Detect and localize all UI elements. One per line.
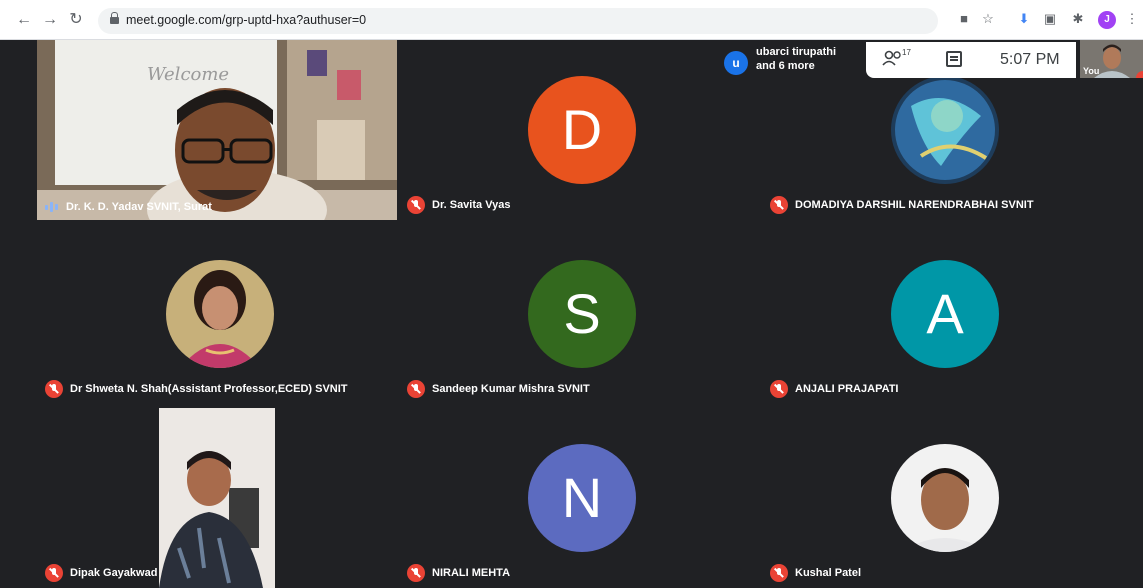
participant-avatar-photo [166, 260, 274, 368]
mic-off-icon [407, 564, 425, 582]
download-icon[interactable]: ⬇ [1016, 11, 1032, 27]
participant-name-label: ANJALI PRAJAPATI [770, 380, 899, 398]
participant-name-label: Dipak Gayakwad [45, 564, 157, 582]
participant-avatar-photo [891, 444, 999, 552]
url-text: meet.google.com/grp-uptd-hxa?authuser=0 [126, 13, 367, 27]
meet-topbar: 17 5:07 PM [866, 42, 1076, 78]
mic-off-icon [45, 380, 63, 398]
participant-tile[interactable]: Dipak Gayakwad [37, 408, 397, 588]
mic-off-icon [407, 196, 425, 214]
participant-tile[interactable]: Dr Shweta N. Shah(Assistant Professor,EC… [37, 224, 397, 404]
profile-avatar[interactable]: J [1098, 11, 1116, 29]
participant-tile[interactable]: Welcome Dr. K. D. Yadav SVNIT, Surat [37, 40, 397, 220]
participant-avatar: A [891, 260, 999, 368]
participant-video: Welcome [37, 40, 397, 220]
participant-avatar: S [528, 260, 636, 368]
lock-icon [110, 12, 119, 25]
bookmark-star-icon[interactable]: ☆ [980, 11, 996, 27]
participant-name-label: Dr. Savita Vyas [407, 196, 510, 214]
participant-avatar: N [528, 444, 636, 552]
participant-video [159, 408, 275, 588]
participant-tile[interactable]: Kushal Patel [762, 408, 1122, 588]
extension-save-icon[interactable]: ▣ [1042, 11, 1058, 27]
meeting-clock: 5:07 PM [1000, 51, 1060, 68]
self-view[interactable]: You [1080, 40, 1143, 78]
participant-tile[interactable]: N NIRALI MEHTA [399, 408, 759, 588]
self-view-label: You [1083, 66, 1100, 76]
meet-grid: Welcome Dr. K. D. Yadav SVNIT, Surat D D… [10, 40, 1143, 588]
participant-name-label: NIRALI MEHTA [407, 564, 510, 582]
participant-name-label: Dr Shweta N. Shah(Assistant Professor,EC… [45, 380, 348, 398]
participant-tile[interactable]: A ANJALI PRAJAPATI [762, 224, 1122, 404]
extensions-puzzle-icon[interactable]: ✱ [1070, 11, 1086, 27]
svg-text:Welcome: Welcome [147, 64, 229, 85]
participant-name-label: Kushal Patel [770, 564, 861, 582]
participant-avatar-photo [891, 76, 999, 184]
people-count: 17 [902, 48, 911, 57]
mic-off-icon [407, 380, 425, 398]
participant-name-label: DOMADIYA DARSHIL NARENDRABHAI SVNIT [770, 196, 1034, 214]
participant-tile[interactable]: S Sandeep Kumar Mishra SVNIT [399, 224, 759, 404]
participant-name-label: Dr. K. D. Yadav SVNIT, Surat [45, 200, 212, 214]
participant-avatar: D [528, 76, 636, 184]
browser-toolbar: ← → ↻ meet.google.com/grp-uptd-hxa?authu… [0, 0, 1143, 40]
mic-off-icon [770, 380, 788, 398]
others-participants-chip[interactable]: u ubarci tirupathi and 6 more [718, 42, 866, 80]
speaking-indicator-icon [45, 200, 59, 214]
menu-dots-icon[interactable]: ⋮ [1124, 11, 1140, 27]
mic-off-icon [770, 564, 788, 582]
forward-icon[interactable]: → [40, 10, 60, 30]
participant-name-label: Sandeep Kumar Mishra SVNIT [407, 380, 590, 398]
mic-off-icon [45, 564, 63, 582]
mic-off-icon [770, 196, 788, 214]
camera-icon[interactable]: ■ [956, 11, 972, 27]
back-icon[interactable]: ← [14, 10, 34, 30]
chip-avatar: u [724, 51, 748, 75]
reload-icon[interactable]: ↻ [66, 10, 86, 30]
address-bar[interactable]: meet.google.com/grp-uptd-hxa?authuser=0 [98, 8, 938, 34]
chip-text: ubarci tirupathi and 6 more [756, 46, 837, 72]
chat-icon[interactable] [946, 51, 962, 67]
participant-tile[interactable]: D Dr. Savita Vyas [399, 40, 759, 220]
